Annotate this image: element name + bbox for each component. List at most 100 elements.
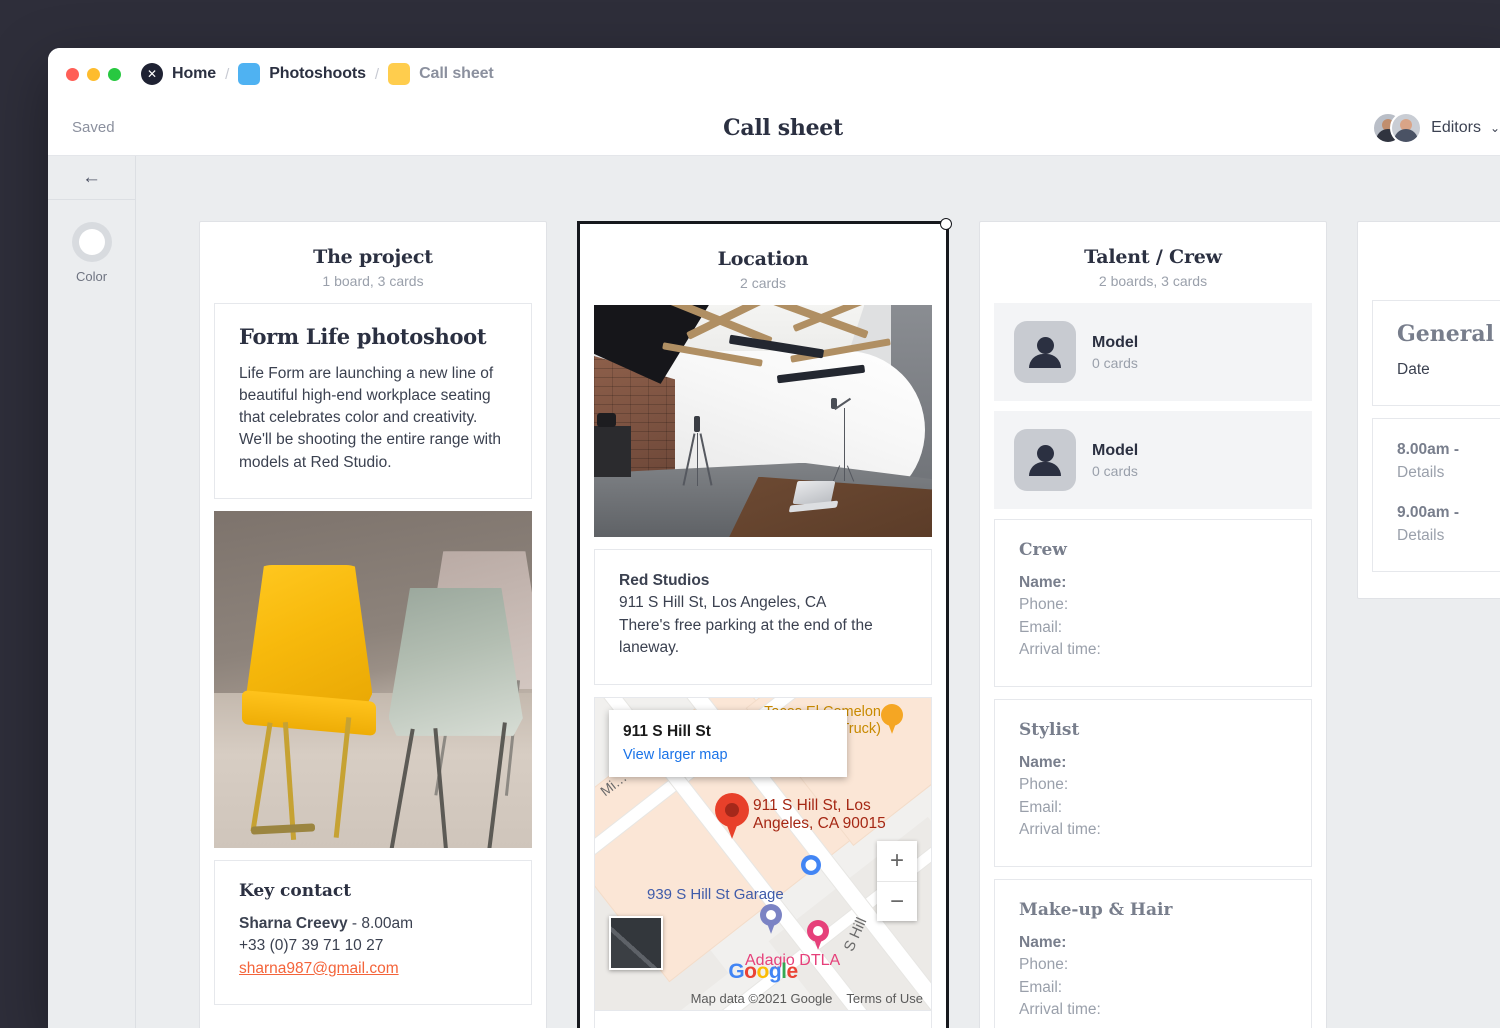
card-key-contact[interactable]: Key contact Sharna Creevy - 8.00am +33 (…: [214, 860, 532, 1005]
breadcrumb-label-photoshoots: Photoshoots: [269, 65, 366, 83]
map-infowindow[interactable]: 911 S Hill St View larger map: [609, 710, 847, 777]
card-general[interactable]: General Date: [1372, 300, 1500, 406]
place-pin-icon: [715, 793, 749, 839]
page-title: Call sheet: [48, 115, 1500, 141]
avatar[interactable]: [1390, 112, 1422, 144]
field-email: Email:: [1019, 617, 1287, 639]
venue-name: Red Studios: [619, 572, 709, 589]
view-larger-map-link[interactable]: View larger map: [623, 747, 833, 763]
card-schedule[interactable]: 8.00am - Details 9.00am - Details: [1372, 418, 1500, 572]
contact-time: 8.00am: [361, 915, 413, 932]
list-item[interactable]: Model 0 cards: [994, 411, 1312, 509]
back-arrow-icon: ←: [82, 168, 101, 187]
editors-label: Editors: [1431, 119, 1481, 137]
map-satellite-thumbnail[interactable]: [609, 916, 663, 970]
minimize-window-button[interactable]: [87, 68, 100, 81]
hotel-pin-icon[interactable]: [807, 920, 829, 950]
save-status: Saved: [72, 119, 115, 136]
editor-avatars[interactable]: [1372, 112, 1422, 144]
card-heading: General: [1397, 321, 1500, 347]
field-name: Name:: [1019, 572, 1287, 594]
card-crew[interactable]: Crew Name: Phone: Email: Arrival time:: [994, 519, 1312, 687]
general-date-field: Date: [1397, 359, 1500, 381]
card-heading: Stylist: [1019, 720, 1287, 740]
role-fields: Name: Phone: Email: Arrival time:: [1019, 932, 1287, 1022]
poi-label: 911 S Hill St, Los Angeles, CA 90015: [753, 797, 903, 834]
document-header: Saved Call sheet Editors ⌄: [48, 100, 1500, 156]
editors-menu[interactable]: Editors ⌄: [1372, 112, 1500, 144]
contact-details: Sharna Creevy - 8.00am +33 (0)7 39 71 10…: [239, 913, 507, 980]
column-location[interactable]: Location 2 cards: [577, 221, 949, 1028]
column-general[interactable]: General Date 8.00am - Details 9.00am - D…: [1357, 221, 1500, 599]
card-studio-photo[interactable]: [594, 305, 932, 537]
column-title: Talent / Crew: [996, 246, 1310, 268]
resize-handle[interactable]: [940, 218, 952, 230]
model-name: Model: [1092, 442, 1138, 460]
contact-phone: +33 (0)7 39 71 10 27: [239, 935, 507, 957]
app-window: ✕ Home / Photoshoots / Call sheet Saved …: [48, 48, 1500, 1028]
infowindow-title: 911 S Hill St: [623, 723, 833, 741]
shop-pin-icon[interactable]: ⬤: [801, 855, 821, 875]
column-header: Talent / Crew 2 boards, 3 cards: [980, 222, 1326, 303]
role-fields: Name: Phone: Email: Arrival time:: [1019, 752, 1287, 842]
card-stylist[interactable]: Stylist Name: Phone: Email: Arrival time…: [994, 699, 1312, 867]
close-window-button[interactable]: [66, 68, 79, 81]
window-titlebar: ✕ Home / Photoshoots / Call sheet: [48, 48, 1500, 100]
left-toolbar: ← Color: [48, 156, 136, 1028]
collapse-panel-button[interactable]: ←: [48, 156, 135, 200]
column-talent-crew[interactable]: Talent / Crew 2 boards, 3 cards Model 0 …: [979, 221, 1327, 1028]
card-project-description[interactable]: Form Life photoshoot Life Form are launc…: [214, 303, 532, 499]
traffic-light-controls[interactable]: [66, 68, 121, 81]
card-heading: Form Life photoshoot: [239, 324, 507, 349]
field-arrival-time: Arrival time:: [1019, 999, 1287, 1021]
board-columns: The project 1 board, 3 cards Form Life p…: [199, 221, 1500, 1028]
field-arrival-time: Arrival time:: [1019, 639, 1287, 661]
map-footer: Map data ©2021 Google Terms of Use: [691, 991, 923, 1006]
column-title: Location: [596, 248, 930, 270]
poi-label: 939 S Hill St Garage: [647, 886, 784, 903]
card-map[interactable]: Mi… S Hill Tacos El Comelon (Truck) Take…: [594, 697, 932, 1028]
google-map[interactable]: Mi… S Hill Tacos El Comelon (Truck) Take…: [595, 698, 931, 1010]
field-arrival-time: Arrival time:: [1019, 819, 1287, 841]
map-share-url-row[interactable]: G https://goo.gl/maps/mTWhufQNqCQnuBD2…: [595, 1010, 931, 1028]
field-phone: Phone:: [1019, 594, 1287, 616]
list-item[interactable]: Model 0 cards: [994, 303, 1312, 401]
zoom-in-button[interactable]: +: [877, 841, 917, 881]
breadcrumb-item-home[interactable]: ✕ Home: [141, 63, 216, 85]
poi-destination[interactable]: 911 S Hill St, Los Angeles, CA 90015: [715, 793, 903, 839]
color-tool[interactable]: Color: [48, 222, 135, 284]
card-body: Life Form are launching a new line of be…: [239, 363, 507, 474]
card-address[interactable]: Red Studios 911 S Hill St, Los Angeles, …: [594, 549, 932, 685]
breadcrumb: ✕ Home / Photoshoots / Call sheet: [141, 63, 494, 85]
role-fields: Name: Phone: Email: Arrival time:: [1019, 572, 1287, 662]
venue-street: 911 S Hill St, Los Angeles, CA: [619, 592, 907, 614]
board-canvas[interactable]: The project 1 board, 3 cards Form Life p…: [136, 156, 1500, 1028]
schedule-time: 8.00am -: [1397, 439, 1500, 461]
map-zoom-controls[interactable]: + −: [877, 841, 917, 921]
map-terms-link[interactable]: Terms of Use: [846, 991, 923, 1006]
maximize-window-button[interactable]: [108, 68, 121, 81]
chevron-down-icon[interactable]: ⌄: [1490, 121, 1500, 135]
column-header: The project 1 board, 3 cards: [200, 222, 546, 303]
card-chairs-photo[interactable]: [214, 511, 532, 848]
google-logo: Google: [728, 960, 797, 984]
contact-time-sep: -: [348, 915, 362, 932]
column-subtitle: 2 boards, 3 cards: [996, 273, 1310, 289]
card-heading: Key contact: [239, 881, 507, 901]
column-header: Location 2 cards: [580, 224, 946, 305]
zoom-out-button[interactable]: −: [877, 881, 917, 921]
card-makeup-hair[interactable]: Make-up & Hair Name: Phone: Email: Arriv…: [994, 879, 1312, 1028]
field-email: Email:: [1019, 797, 1287, 819]
schedule-row: 8.00am - Details: [1397, 439, 1500, 484]
color-swatch-icon[interactable]: [72, 222, 112, 262]
color-tool-label: Color: [76, 269, 107, 284]
breadcrumb-item-call-sheet[interactable]: Call sheet: [388, 63, 494, 85]
contact-email-link[interactable]: sharna987@gmail.com: [239, 958, 507, 980]
schedule-time: 9.00am -: [1397, 502, 1500, 524]
poi-garage[interactable]: 939 S Hill St Garage: [643, 886, 784, 903]
parking-pin-icon[interactable]: [760, 904, 782, 934]
breadcrumb-item-photoshoots[interactable]: Photoshoots: [238, 63, 366, 85]
column-the-project[interactable]: The project 1 board, 3 cards Form Life p…: [199, 221, 547, 1028]
model-name: Model: [1092, 334, 1138, 352]
model-card-count: 0 cards: [1092, 355, 1138, 371]
